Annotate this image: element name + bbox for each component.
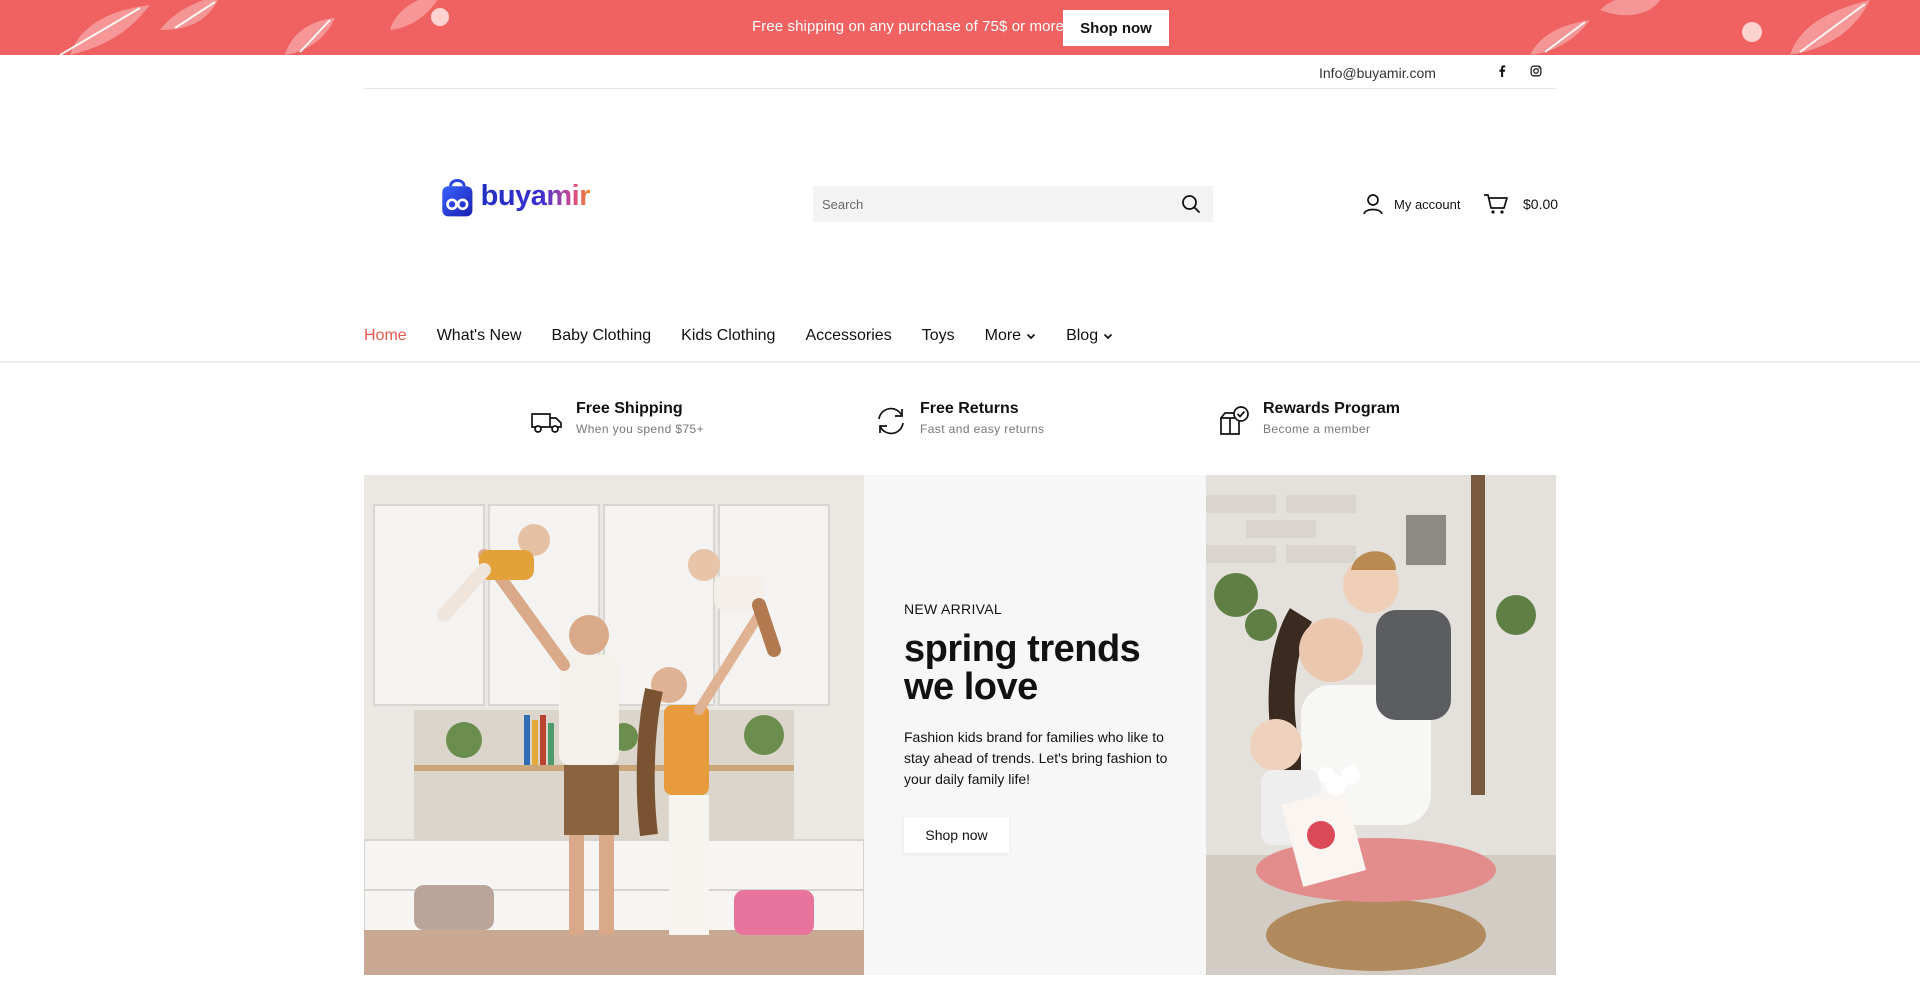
nav-item-baby-clothing[interactable]: Baby Clothing — [552, 327, 652, 345]
promo-bar: Free shipping on any purchase of 75$ or … — [0, 0, 1920, 55]
chevron-down-icon — [1103, 333, 1113, 340]
facebook-icon[interactable] — [1494, 63, 1510, 79]
feature-title: Rewards Program — [1263, 400, 1400, 417]
contact-email-link[interactable]: Info@buyamir.com — [1319, 65, 1436, 81]
site-logo[interactable]: buyamir — [440, 166, 591, 226]
nav-item-toys[interactable]: Toys — [922, 327, 955, 345]
feature-free-returns: Free Returns Fast and easy returns — [874, 400, 1044, 438]
gift-icon — [1220, 406, 1249, 435]
cart-total: $0.00 — [1523, 196, 1559, 212]
feature-subtitle: Fast and easy returns — [920, 422, 1045, 436]
promo-text: Free shipping on any purchase of 75$ or … — [752, 18, 1069, 35]
hero-headline: spring trends we love — [904, 628, 1141, 708]
my-account-link[interactable]: My account — [1362, 190, 1460, 218]
truck-icon — [531, 413, 562, 433]
hero-shop-now-button[interactable]: Shop now — [904, 817, 1009, 853]
nav-item-more[interactable]: More — [985, 327, 1036, 345]
shopping-bag-logo-icon — [442, 179, 473, 217]
nav-item-home[interactable]: Home — [364, 327, 407, 345]
user-icon — [1363, 194, 1383, 215]
promo-shop-now-button[interactable]: Shop now — [1063, 10, 1169, 46]
hero-mother-kids-photo — [1206, 475, 1556, 975]
feature-title: Free Returns — [920, 400, 1019, 417]
feature-free-shipping: Free Shipping When you spend $75+ — [530, 400, 704, 438]
family-illustration — [364, 475, 864, 975]
feature-subtitle: When you spend $75+ — [576, 422, 705, 436]
main-navigation: Home What's New Baby Clothing Kids Cloth… — [0, 318, 1920, 363]
search-icon — [1182, 195, 1200, 213]
nav-item-kids-clothing[interactable]: Kids Clothing — [681, 327, 775, 345]
search-button[interactable] — [1181, 194, 1201, 214]
returns-icon — [878, 407, 904, 435]
feature-subtitle: Become a member — [1263, 422, 1371, 436]
nav-item-accessories[interactable]: Accessories — [805, 327, 891, 345]
search-bar — [813, 186, 1213, 222]
feature-title: Free Shipping — [576, 400, 683, 417]
hero-eyebrow: NEW ARRIVAL — [904, 601, 1002, 617]
cart-link[interactable]: $0.00 — [1483, 190, 1558, 218]
chevron-down-icon — [1026, 333, 1036, 340]
nav-item-more-label: More — [984, 327, 1022, 344]
nav-item-blog[interactable]: Blog — [1066, 327, 1113, 345]
instagram-icon[interactable] — [1528, 63, 1544, 79]
my-account-label: My account — [1394, 196, 1461, 212]
mother-kids-illustration — [1206, 475, 1556, 975]
contact-bar: Info@buyamir.com — [364, 55, 1556, 89]
search-input[interactable] — [813, 186, 1163, 222]
nav-item-whats-new[interactable]: What's New — [437, 327, 522, 345]
hero-description: Fashion kids brand for families who like… — [904, 729, 1168, 787]
hero-family-photo — [364, 475, 864, 975]
logo-wordmark: buyamir — [480, 179, 591, 212]
hero-promo-panel: NEW ARRIVAL spring trends we love Fashio… — [864, 475, 1206, 975]
feature-rewards-program: Rewards Program Become a member — [1217, 400, 1400, 438]
nav-item-blog-label: Blog — [1066, 327, 1099, 344]
cart-icon — [1484, 194, 1508, 214]
